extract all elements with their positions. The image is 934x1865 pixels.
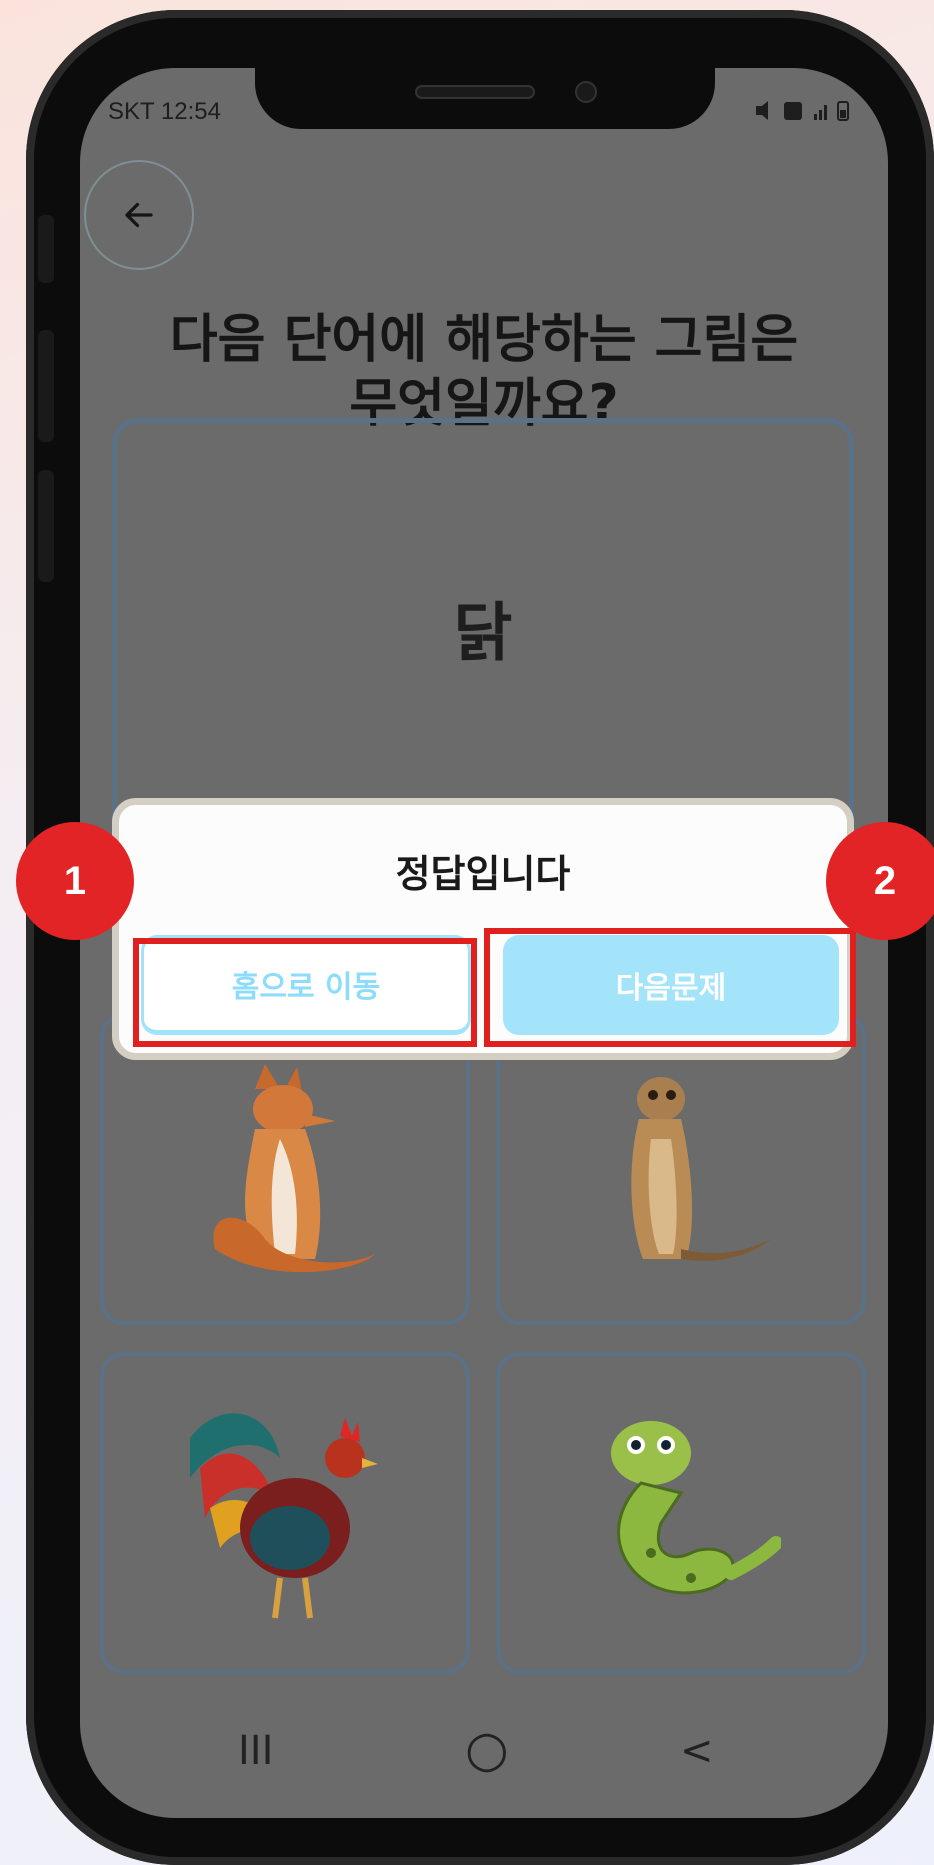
- meerkat-illustration: [500, 1017, 862, 1321]
- home-nav-button[interactable]: ○: [465, 1720, 509, 1778]
- volume-button: [38, 215, 54, 283]
- snake-illustration: [500, 1356, 862, 1670]
- camera-notch: [255, 55, 715, 129]
- status-icons: [754, 98, 854, 129]
- annotation-marker-2: 2: [826, 822, 934, 940]
- back-button[interactable]: [84, 160, 194, 270]
- fox-illustration: [104, 1017, 466, 1321]
- target-word: 닭: [453, 597, 513, 671]
- volume-button: [38, 330, 54, 442]
- arrow-left-icon: [125, 202, 153, 228]
- choice-card-rooster[interactable]: [100, 1352, 470, 1674]
- highlight-next-button: [484, 928, 856, 1047]
- power-button: [38, 470, 54, 582]
- speaker-grille: [415, 85, 535, 99]
- system-nav-bar: III ○ <: [80, 1698, 888, 1818]
- status-icons-svg: [756, 101, 849, 121]
- rooster-illustration: [104, 1356, 466, 1670]
- back-nav-button[interactable]: <: [680, 1728, 714, 1774]
- camera-lens: [575, 81, 597, 103]
- question-line-1: 다음 단어에 해당하는 그림은: [169, 310, 799, 370]
- recent-apps-button[interactable]: III: [238, 1728, 273, 1774]
- dialog-title: 정답입니다: [395, 852, 571, 896]
- choice-card-snake[interactable]: [496, 1352, 866, 1674]
- annotation-marker-1: 1: [16, 822, 134, 940]
- question-title: 다음 단어에 해당하는 그림은 무엇일까요?: [80, 308, 888, 436]
- highlight-home-button: [133, 938, 477, 1047]
- status-carrier-time: SKT 12:54: [108, 98, 221, 125]
